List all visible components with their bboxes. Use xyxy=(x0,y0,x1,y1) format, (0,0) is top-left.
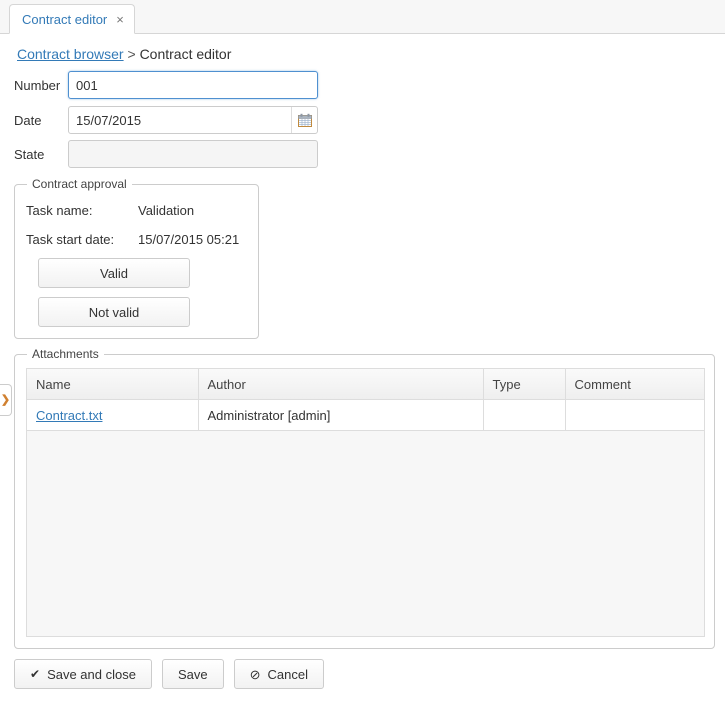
save-button[interactable]: Save xyxy=(162,659,224,689)
state-label: State xyxy=(14,147,68,162)
task-name-label: Task name: xyxy=(26,203,92,218)
number-input[interactable] xyxy=(68,71,318,99)
attachments-fieldset: Attachments Name Author Type Comment xyxy=(14,354,715,649)
chevron-right-icon: ❯ xyxy=(1,395,10,406)
field-row-date: Date xyxy=(14,106,318,134)
task-name-value: Validation xyxy=(138,203,194,218)
check-icon: ✔ xyxy=(30,668,40,680)
save-label: Save xyxy=(178,667,208,682)
contract-approval-legend: Contract approval xyxy=(27,177,132,191)
breadcrumb-separator: > xyxy=(127,46,135,62)
valid-button[interactable]: Valid xyxy=(38,258,190,288)
column-header-type[interactable]: Type xyxy=(483,369,565,400)
attachments-table-container[interactable]: Name Author Type Comment Contract.txt Ad… xyxy=(26,368,705,637)
attachment-link[interactable]: Contract.txt xyxy=(36,408,102,423)
number-label: Number xyxy=(14,78,68,93)
breadcrumb-current: Contract editor xyxy=(140,46,232,62)
sidebar-expand-handle[interactable]: ❯ xyxy=(0,384,12,416)
number-field-shell xyxy=(68,71,318,99)
cancel-label: Cancel xyxy=(268,667,308,682)
contract-approval-fieldset: Contract approval Task name: Validation … xyxy=(14,184,259,339)
cancel-button[interactable]: ⊘ Cancel xyxy=(234,659,324,689)
date-field-shell xyxy=(68,106,318,134)
footer-actions: ✔ Save and close Save ⊘ Cancel xyxy=(14,659,324,689)
date-label: Date xyxy=(14,113,68,128)
attachments-table: Name Author Type Comment Contract.txt Ad… xyxy=(27,369,705,431)
task-start-date-value: 15/07/2015 05:21 xyxy=(138,232,239,247)
column-header-name[interactable]: Name xyxy=(27,369,198,400)
field-row-number: Number xyxy=(14,71,318,99)
breadcrumb: Contract browser > Contract editor xyxy=(17,46,231,62)
attachments-legend: Attachments xyxy=(27,347,104,361)
date-input[interactable] xyxy=(68,106,318,134)
tab-strip: Contract editor × xyxy=(0,0,725,34)
breadcrumb-link-contract-browser[interactable]: Contract browser xyxy=(17,46,124,62)
state-input[interactable] xyxy=(68,140,318,168)
cell-name: Contract.txt xyxy=(27,400,198,431)
state-field-shell xyxy=(68,140,318,168)
ban-icon: ⊘ xyxy=(250,668,261,681)
calendar-icon[interactable] xyxy=(291,107,317,133)
save-and-close-label: Save and close xyxy=(47,667,136,682)
tab-contract-editor[interactable]: Contract editor × xyxy=(9,4,135,34)
cell-comment xyxy=(565,400,705,431)
save-and-close-button[interactable]: ✔ Save and close xyxy=(14,659,152,689)
field-row-state: State xyxy=(14,140,318,168)
table-header-row: Name Author Type Comment xyxy=(27,369,705,400)
cell-type xyxy=(483,400,565,431)
column-header-author[interactable]: Author xyxy=(198,369,483,400)
cell-author: Administrator [admin] xyxy=(198,400,483,431)
table-row[interactable]: Contract.txt Administrator [admin] xyxy=(27,400,705,431)
not-valid-button[interactable]: Not valid xyxy=(38,297,190,327)
close-icon[interactable]: × xyxy=(116,13,124,26)
content-pane: ❯ Contract browser > Contract editor Num… xyxy=(0,34,725,702)
column-header-comment[interactable]: Comment xyxy=(565,369,705,400)
calendar-glyph xyxy=(298,113,312,127)
task-start-date-label: Task start date: xyxy=(26,232,114,247)
tab-label: Contract editor xyxy=(22,12,107,27)
